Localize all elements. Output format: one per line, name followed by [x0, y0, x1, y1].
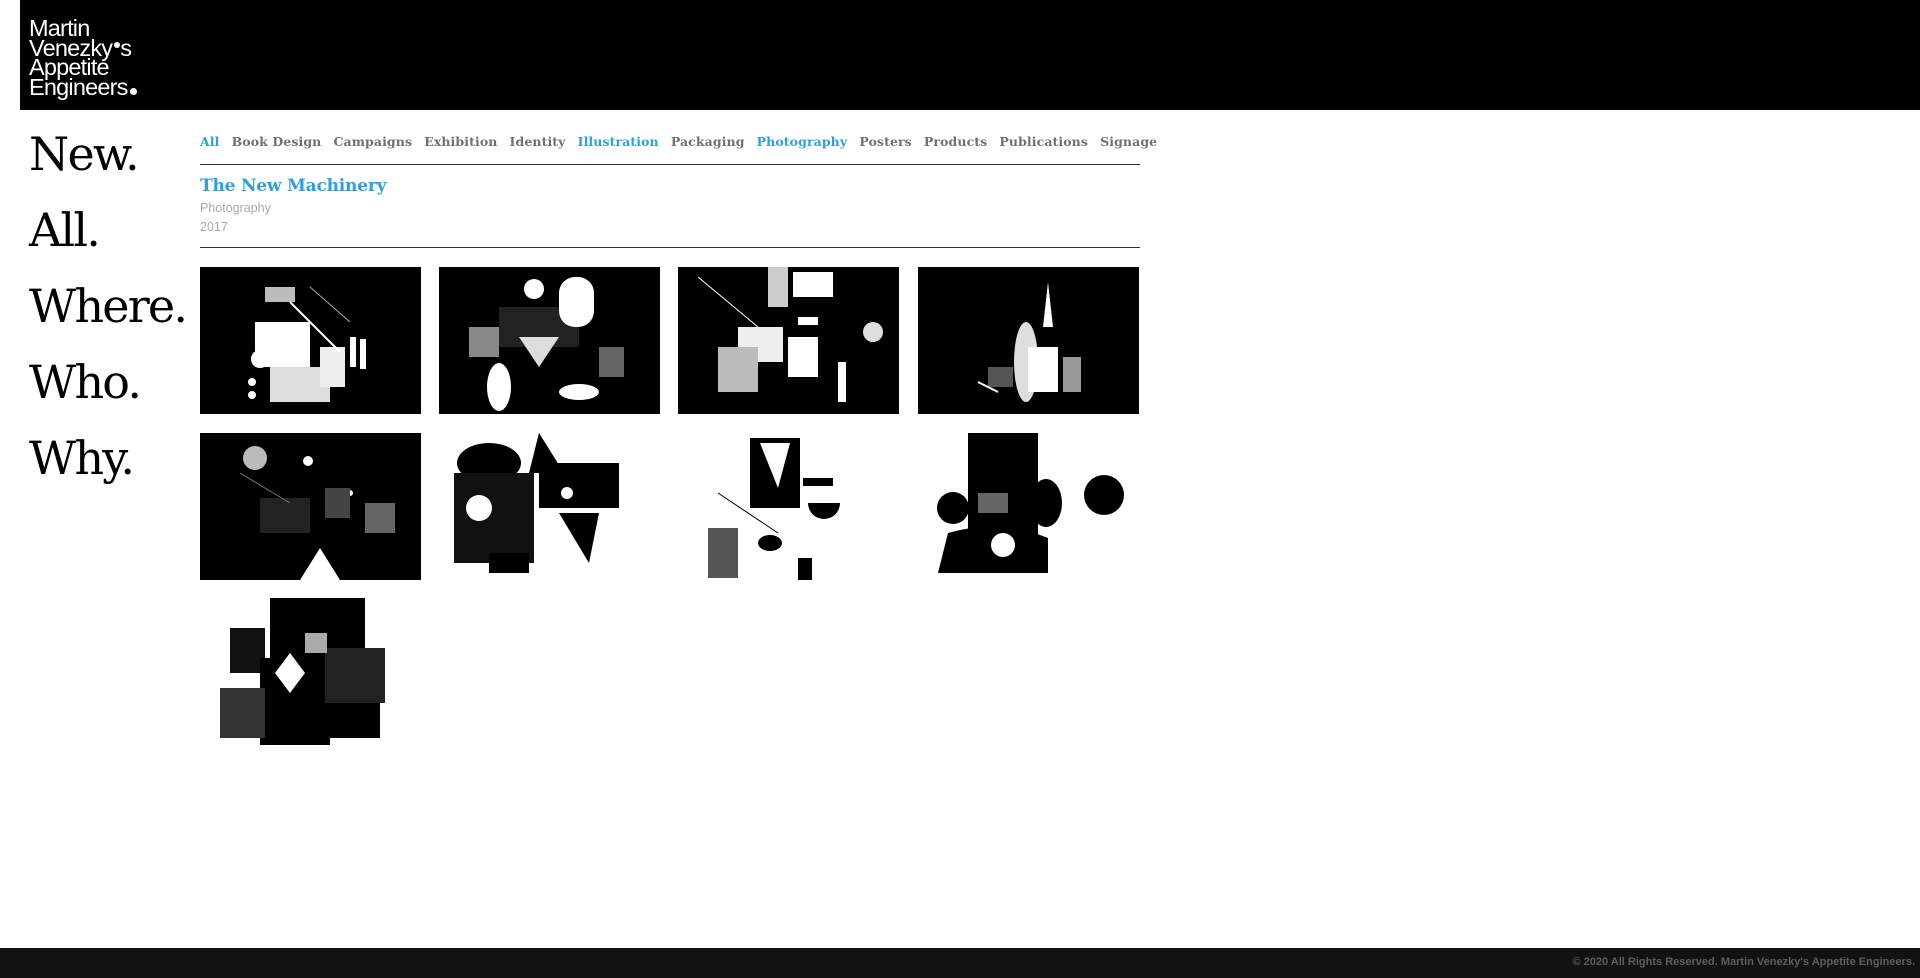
- filter-photography[interactable]: Photography: [757, 134, 848, 149]
- divider-bottom: [200, 247, 1140, 248]
- logo-line-4-text: Engineers: [29, 73, 128, 100]
- abstract-collage-image: [200, 433, 421, 580]
- abstract-collage-image: [918, 433, 1139, 580]
- nav-new[interactable]: New.: [29, 116, 186, 192]
- filter-illustration[interactable]: Illustration: [578, 134, 659, 149]
- filter-identity[interactable]: Identity: [510, 134, 566, 149]
- filter-signage[interactable]: Signage: [1100, 134, 1157, 149]
- filter-campaigns[interactable]: Campaigns: [333, 134, 412, 149]
- logo-dot-icon: [129, 87, 137, 95]
- abstract-collage-image: [439, 267, 660, 414]
- filter-posters[interactable]: Posters: [859, 134, 912, 149]
- filter-book-design[interactable]: Book Design: [232, 134, 322, 149]
- category-filter-bar: All Book Design Campaigns Exhibition Ide…: [200, 131, 1164, 150]
- nav-who[interactable]: Who.: [29, 344, 186, 420]
- filter-all[interactable]: All: [200, 134, 220, 149]
- abstract-collage-image: [918, 267, 1139, 414]
- logo-line-2-suffix: s: [120, 34, 132, 61]
- project-category: Photography: [200, 201, 271, 215]
- abstract-collage-image: [200, 267, 421, 414]
- abstract-collage-image: [678, 267, 899, 414]
- filter-packaging[interactable]: Packaging: [671, 134, 745, 149]
- main-nav: New. All. Where. Who. Why.: [29, 116, 188, 496]
- divider-top: [200, 164, 1140, 165]
- abstract-collage-image: [200, 598, 421, 745]
- nav-where[interactable]: Where.: [29, 268, 188, 344]
- nav-all[interactable]: All.: [29, 192, 186, 268]
- site-logo[interactable]: Martin Venezky s Appetite Engineers: [29, 17, 137, 98]
- filter-publications[interactable]: Publications: [999, 134, 1088, 149]
- nav-why[interactable]: Why.: [29, 420, 186, 496]
- filter-products[interactable]: Products: [924, 134, 987, 149]
- gallery-thumbnail[interactable]: [439, 433, 660, 580]
- gallery-thumbnail[interactable]: [439, 267, 660, 414]
- project-title[interactable]: The New Machinery: [200, 176, 386, 196]
- abstract-collage-image: [439, 433, 660, 580]
- gallery-thumbnail[interactable]: [200, 433, 421, 580]
- logo-line-4: Engineers: [29, 75, 137, 98]
- filter-exhibition[interactable]: Exhibition: [424, 134, 497, 149]
- gallery-thumbnail[interactable]: [678, 433, 899, 580]
- site-footer: © 2020 All Rights Reserved. Martin Venez…: [0, 948, 1920, 978]
- gallery-thumbnail[interactable]: [200, 267, 421, 414]
- project-year: 2017: [200, 220, 228, 234]
- gallery-thumbnail[interactable]: [918, 267, 1139, 414]
- gallery-thumbnail[interactable]: [678, 267, 899, 414]
- gallery-thumbnail[interactable]: [200, 598, 421, 745]
- copyright-text: © 2020 All Rights Reserved. Martin Venez…: [1572, 956, 1915, 968]
- gallery-thumbnail[interactable]: [918, 433, 1139, 580]
- abstract-collage-image: [678, 433, 899, 580]
- site-header: Martin Venezky s Appetite Engineers: [20, 0, 1920, 110]
